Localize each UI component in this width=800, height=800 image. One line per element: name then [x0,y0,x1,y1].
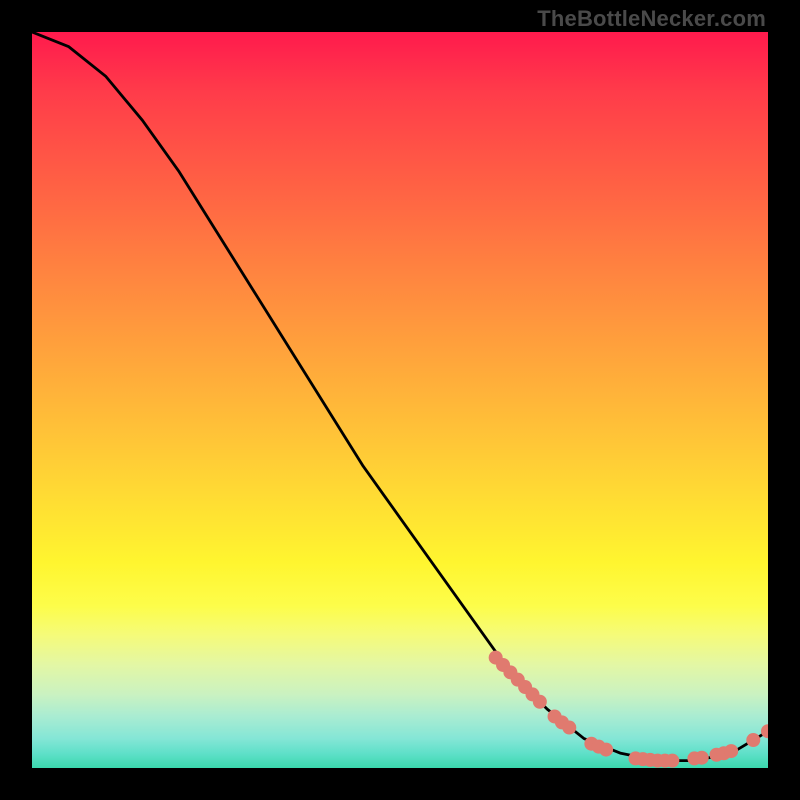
plot-area [32,32,768,768]
data-marker [746,733,760,747]
curve-path [32,32,768,761]
data-marker [724,744,738,758]
chart-frame: TheBottleNecker.com [0,0,800,800]
watermark-text: TheBottleNecker.com [537,6,766,32]
data-marker [533,695,547,709]
data-marker [695,751,709,765]
chart-overlay [32,32,768,768]
data-marker [665,754,679,768]
data-marker [599,743,613,757]
data-marker [562,721,576,735]
